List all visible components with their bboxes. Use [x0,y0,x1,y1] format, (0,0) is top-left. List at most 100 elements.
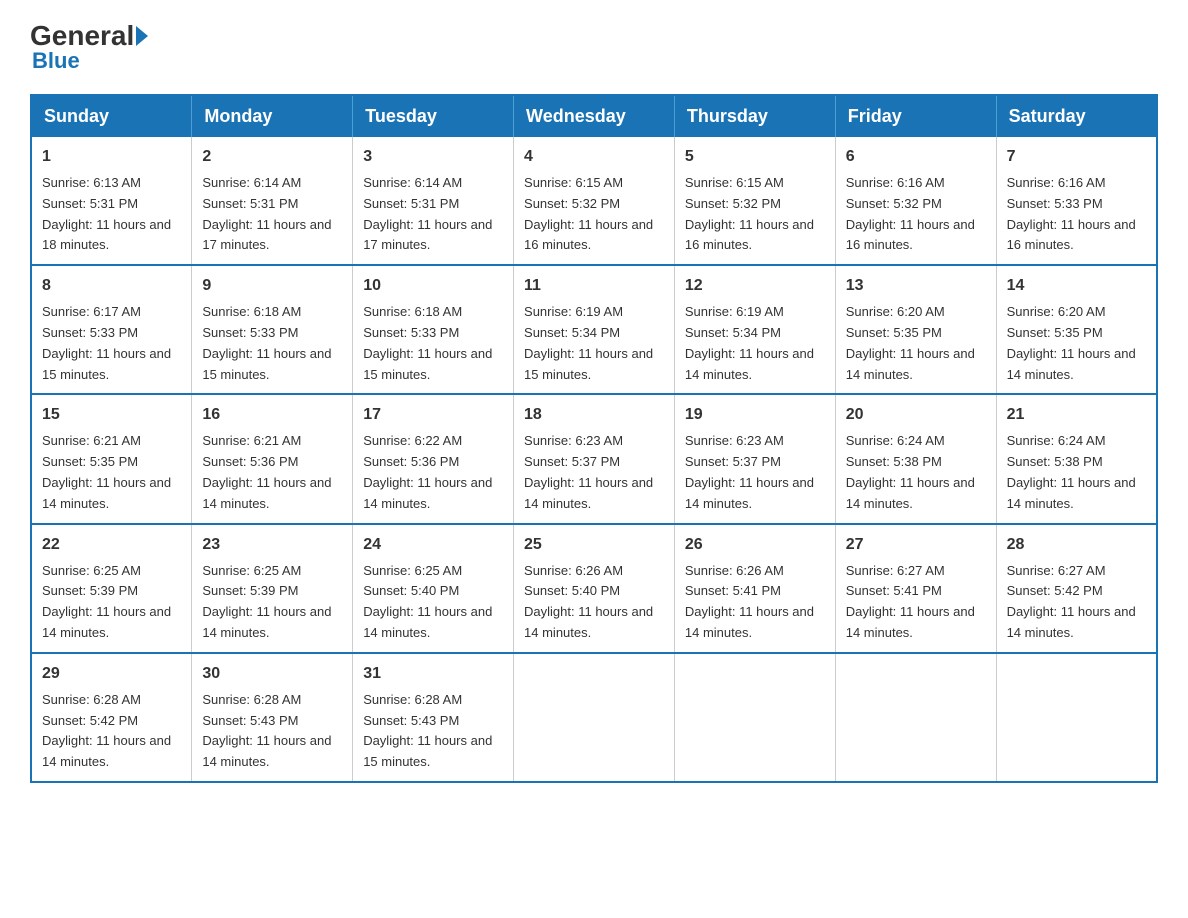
day-number: 27 [846,533,986,557]
day-info: Sunrise: 6:28 AM Sunset: 5:42 PM Dayligh… [42,690,181,773]
calendar-cell: 4 Sunrise: 6:15 AM Sunset: 5:32 PM Dayli… [514,137,675,265]
calendar-cell: 3 Sunrise: 6:14 AM Sunset: 5:31 PM Dayli… [353,137,514,265]
calendar-cell: 31 Sunrise: 6:28 AM Sunset: 5:43 PM Dayl… [353,653,514,782]
calendar-cell [514,653,675,782]
day-number: 16 [202,403,342,427]
calendar-cell: 7 Sunrise: 6:16 AM Sunset: 5:33 PM Dayli… [996,137,1157,265]
day-number: 2 [202,145,342,169]
day-number: 18 [524,403,664,427]
calendar-cell: 9 Sunrise: 6:18 AM Sunset: 5:33 PM Dayli… [192,265,353,394]
day-info: Sunrise: 6:28 AM Sunset: 5:43 PM Dayligh… [202,690,342,773]
day-number: 23 [202,533,342,557]
calendar-cell: 16 Sunrise: 6:21 AM Sunset: 5:36 PM Dayl… [192,394,353,523]
day-info: Sunrise: 6:19 AM Sunset: 5:34 PM Dayligh… [524,302,664,385]
calendar-week-row: 22 Sunrise: 6:25 AM Sunset: 5:39 PM Dayl… [31,524,1157,653]
day-number: 21 [1007,403,1146,427]
calendar-cell: 5 Sunrise: 6:15 AM Sunset: 5:32 PM Dayli… [674,137,835,265]
calendar-table: SundayMondayTuesdayWednesdayThursdayFrid… [30,94,1158,783]
calendar-cell: 28 Sunrise: 6:27 AM Sunset: 5:42 PM Dayl… [996,524,1157,653]
day-info: Sunrise: 6:21 AM Sunset: 5:35 PM Dayligh… [42,431,181,514]
day-number: 30 [202,662,342,686]
calendar-cell: 13 Sunrise: 6:20 AM Sunset: 5:35 PM Dayl… [835,265,996,394]
calendar-cell: 26 Sunrise: 6:26 AM Sunset: 5:41 PM Dayl… [674,524,835,653]
day-number: 17 [363,403,503,427]
calendar-cell: 20 Sunrise: 6:24 AM Sunset: 5:38 PM Dayl… [835,394,996,523]
day-info: Sunrise: 6:18 AM Sunset: 5:33 PM Dayligh… [202,302,342,385]
calendar-cell: 22 Sunrise: 6:25 AM Sunset: 5:39 PM Dayl… [31,524,192,653]
day-info: Sunrise: 6:23 AM Sunset: 5:37 PM Dayligh… [685,431,825,514]
day-number: 11 [524,274,664,298]
day-number: 29 [42,662,181,686]
day-info: Sunrise: 6:25 AM Sunset: 5:40 PM Dayligh… [363,561,503,644]
calendar-week-row: 8 Sunrise: 6:17 AM Sunset: 5:33 PM Dayli… [31,265,1157,394]
day-info: Sunrise: 6:26 AM Sunset: 5:40 PM Dayligh… [524,561,664,644]
day-number: 24 [363,533,503,557]
calendar-week-row: 29 Sunrise: 6:28 AM Sunset: 5:42 PM Dayl… [31,653,1157,782]
day-info: Sunrise: 6:14 AM Sunset: 5:31 PM Dayligh… [202,173,342,256]
day-info: Sunrise: 6:16 AM Sunset: 5:33 PM Dayligh… [1007,173,1146,256]
day-info: Sunrise: 6:24 AM Sunset: 5:38 PM Dayligh… [1007,431,1146,514]
calendar-cell: 8 Sunrise: 6:17 AM Sunset: 5:33 PM Dayli… [31,265,192,394]
calendar-cell: 12 Sunrise: 6:19 AM Sunset: 5:34 PM Dayl… [674,265,835,394]
day-info: Sunrise: 6:13 AM Sunset: 5:31 PM Dayligh… [42,173,181,256]
day-info: Sunrise: 6:28 AM Sunset: 5:43 PM Dayligh… [363,690,503,773]
day-info: Sunrise: 6:23 AM Sunset: 5:37 PM Dayligh… [524,431,664,514]
calendar-week-row: 15 Sunrise: 6:21 AM Sunset: 5:35 PM Dayl… [31,394,1157,523]
day-number: 7 [1007,145,1146,169]
calendar-cell: 30 Sunrise: 6:28 AM Sunset: 5:43 PM Dayl… [192,653,353,782]
calendar-cell: 14 Sunrise: 6:20 AM Sunset: 5:35 PM Dayl… [996,265,1157,394]
day-number: 5 [685,145,825,169]
day-number: 26 [685,533,825,557]
day-number: 14 [1007,274,1146,298]
calendar-cell [674,653,835,782]
day-info: Sunrise: 6:17 AM Sunset: 5:33 PM Dayligh… [42,302,181,385]
day-header-friday: Friday [835,95,996,137]
day-info: Sunrise: 6:19 AM Sunset: 5:34 PM Dayligh… [685,302,825,385]
day-info: Sunrise: 6:21 AM Sunset: 5:36 PM Dayligh… [202,431,342,514]
calendar-cell: 27 Sunrise: 6:27 AM Sunset: 5:41 PM Dayl… [835,524,996,653]
day-number: 31 [363,662,503,686]
calendar-cell: 29 Sunrise: 6:28 AM Sunset: 5:42 PM Dayl… [31,653,192,782]
day-info: Sunrise: 6:14 AM Sunset: 5:31 PM Dayligh… [363,173,503,256]
calendar-cell: 6 Sunrise: 6:16 AM Sunset: 5:32 PM Dayli… [835,137,996,265]
day-number: 19 [685,403,825,427]
calendar-cell: 17 Sunrise: 6:22 AM Sunset: 5:36 PM Dayl… [353,394,514,523]
day-info: Sunrise: 6:20 AM Sunset: 5:35 PM Dayligh… [846,302,986,385]
page-header: General Blue [30,20,1158,74]
calendar-cell: 2 Sunrise: 6:14 AM Sunset: 5:31 PM Dayli… [192,137,353,265]
day-number: 4 [524,145,664,169]
day-info: Sunrise: 6:24 AM Sunset: 5:38 PM Dayligh… [846,431,986,514]
calendar-week-row: 1 Sunrise: 6:13 AM Sunset: 5:31 PM Dayli… [31,137,1157,265]
day-number: 9 [202,274,342,298]
day-number: 20 [846,403,986,427]
day-info: Sunrise: 6:16 AM Sunset: 5:32 PM Dayligh… [846,173,986,256]
calendar-cell: 18 Sunrise: 6:23 AM Sunset: 5:37 PM Dayl… [514,394,675,523]
day-number: 13 [846,274,986,298]
day-info: Sunrise: 6:15 AM Sunset: 5:32 PM Dayligh… [685,173,825,256]
logo-arrow-icon [136,26,148,46]
calendar-cell: 19 Sunrise: 6:23 AM Sunset: 5:37 PM Dayl… [674,394,835,523]
calendar-cell: 1 Sunrise: 6:13 AM Sunset: 5:31 PM Dayli… [31,137,192,265]
day-number: 15 [42,403,181,427]
calendar-cell [996,653,1157,782]
day-info: Sunrise: 6:25 AM Sunset: 5:39 PM Dayligh… [42,561,181,644]
calendar-cell: 25 Sunrise: 6:26 AM Sunset: 5:40 PM Dayl… [514,524,675,653]
day-info: Sunrise: 6:22 AM Sunset: 5:36 PM Dayligh… [363,431,503,514]
day-number: 22 [42,533,181,557]
day-info: Sunrise: 6:25 AM Sunset: 5:39 PM Dayligh… [202,561,342,644]
calendar-cell: 23 Sunrise: 6:25 AM Sunset: 5:39 PM Dayl… [192,524,353,653]
day-info: Sunrise: 6:20 AM Sunset: 5:35 PM Dayligh… [1007,302,1146,385]
calendar-cell: 10 Sunrise: 6:18 AM Sunset: 5:33 PM Dayl… [353,265,514,394]
day-info: Sunrise: 6:18 AM Sunset: 5:33 PM Dayligh… [363,302,503,385]
day-header-sunday: Sunday [31,95,192,137]
day-header-thursday: Thursday [674,95,835,137]
day-info: Sunrise: 6:15 AM Sunset: 5:32 PM Dayligh… [524,173,664,256]
day-info: Sunrise: 6:27 AM Sunset: 5:42 PM Dayligh… [1007,561,1146,644]
day-number: 3 [363,145,503,169]
calendar-header-row: SundayMondayTuesdayWednesdayThursdayFrid… [31,95,1157,137]
day-info: Sunrise: 6:27 AM Sunset: 5:41 PM Dayligh… [846,561,986,644]
logo-blue-text: Blue [32,48,80,74]
day-header-wednesday: Wednesday [514,95,675,137]
day-number: 10 [363,274,503,298]
calendar-cell [835,653,996,782]
